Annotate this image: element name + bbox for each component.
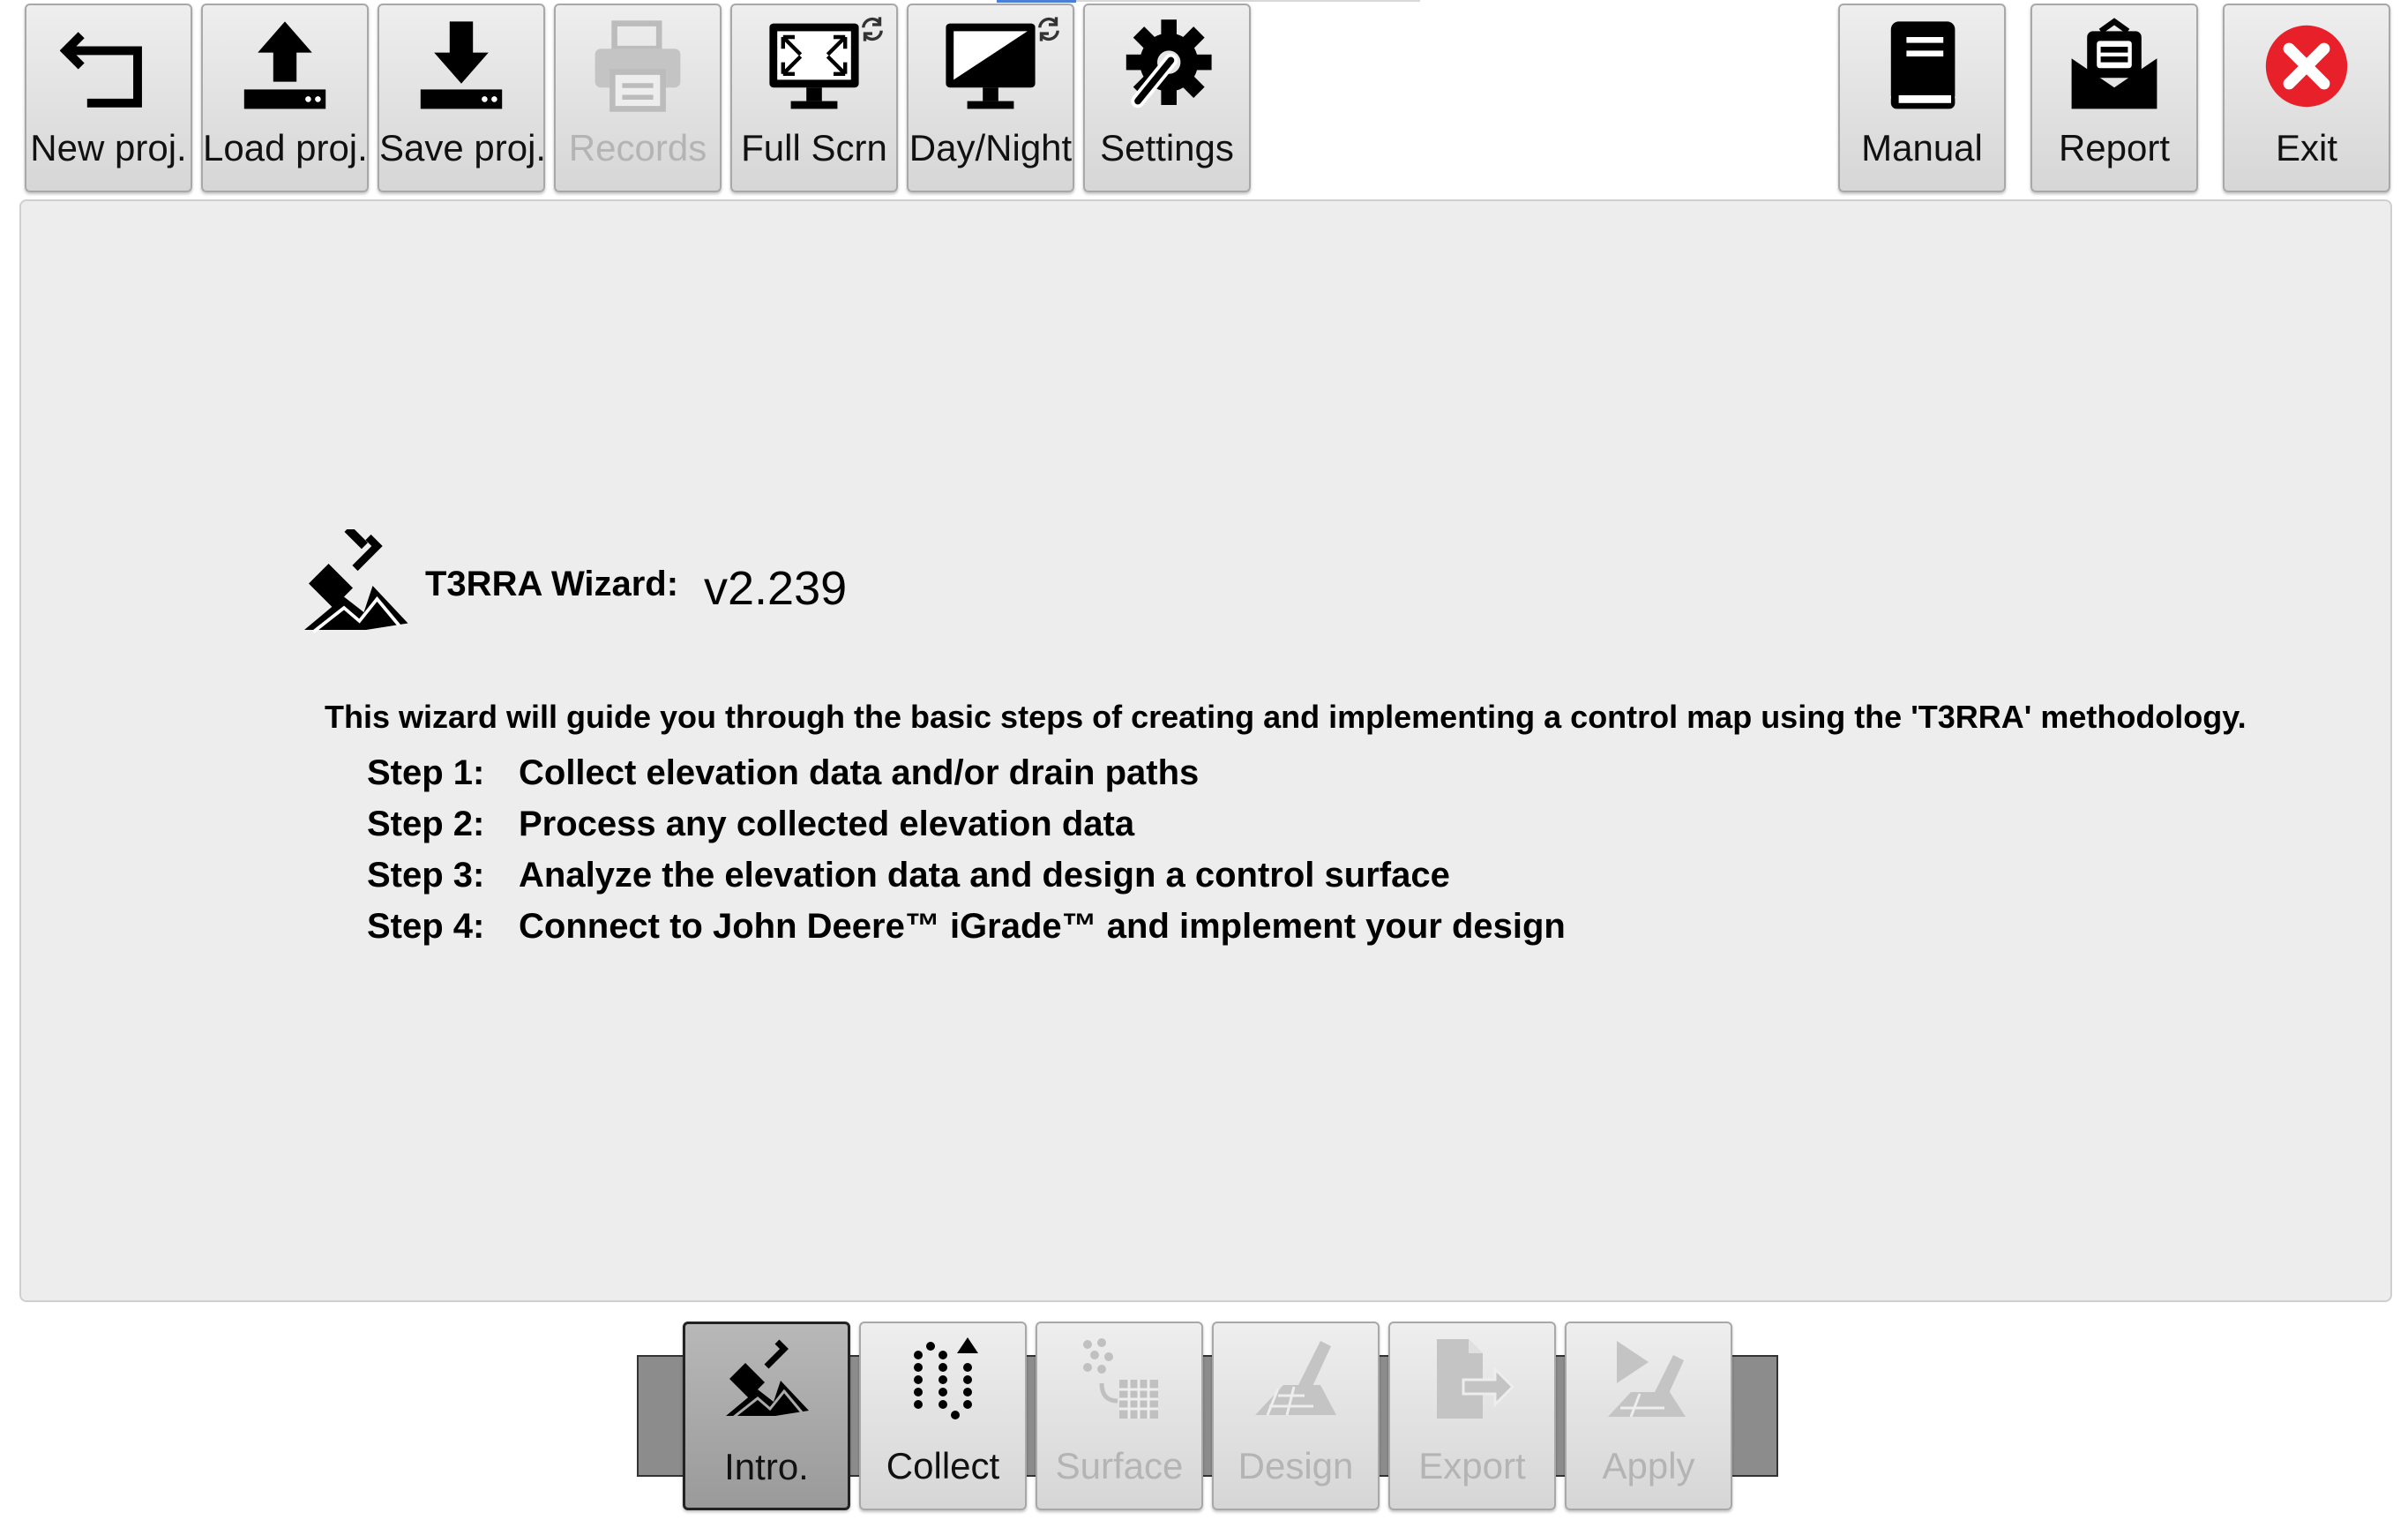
step-text: Process any collected elevation data xyxy=(519,805,1135,843)
day-night-monitor-icon xyxy=(946,23,1036,109)
nav-intro-label: Intro. xyxy=(724,1446,809,1487)
wizard-version: v2.239 xyxy=(704,562,848,615)
settings-label: Settings xyxy=(1100,127,1234,168)
window-divider-line xyxy=(1076,0,1420,2)
design-pen-icon xyxy=(1255,1341,1336,1416)
export-file-icon xyxy=(1437,1339,1515,1419)
wizard-step: Step 3: Analyze the elevation data and de… xyxy=(367,856,1450,895)
nav-apply-button[interactable]: Apply xyxy=(1565,1322,1732,1510)
shovel-terrain-icon xyxy=(304,529,408,633)
nav-design-button[interactable]: Design xyxy=(1212,1322,1380,1510)
load-project-label: Load proj. xyxy=(203,127,368,168)
day-night-label: Day/Night xyxy=(909,127,1073,168)
nav-collect-label: Collect xyxy=(886,1445,1000,1486)
apply-play-icon xyxy=(1608,1341,1686,1418)
full-screen-button[interactable]: Full Scrn xyxy=(730,4,898,192)
download-icon xyxy=(420,21,503,109)
exit-label: Exit xyxy=(2275,127,2337,168)
new-project-label: New proj. xyxy=(30,127,187,168)
fullscreen-monitor-icon xyxy=(769,23,859,109)
wizard-step: Step 4: Connect to John Deere™ iGrade™ an… xyxy=(367,907,1566,947)
records-button[interactable]: Records xyxy=(554,4,722,192)
window-accent-line xyxy=(997,0,1076,3)
nav-collect-button[interactable]: Collect xyxy=(859,1322,1027,1510)
printer-icon xyxy=(595,20,681,112)
save-project-label: Save proj. xyxy=(379,127,547,168)
undo-arrow-icon xyxy=(60,32,142,108)
report-label: Report xyxy=(2058,127,2171,168)
full-screen-label: Full Scrn xyxy=(741,127,887,168)
step-text: Collect elevation data and/or drain path… xyxy=(519,753,1200,792)
report-button[interactable]: Report xyxy=(2030,4,2198,192)
gear-wrench-icon xyxy=(1125,19,1212,109)
report-envelope-icon xyxy=(2071,18,2157,109)
exit-button[interactable]: Exit xyxy=(2223,4,2390,192)
save-project-button[interactable]: Save proj. xyxy=(378,4,547,192)
step-number: Step 2: xyxy=(367,805,485,843)
nav-export-label: Export xyxy=(1418,1445,1526,1486)
shovel-terrain-icon xyxy=(726,1339,809,1419)
records-label: Records xyxy=(568,127,707,168)
nav-surface-button[interactable]: Surface xyxy=(1036,1322,1203,1510)
nav-surface-label: Surface xyxy=(1055,1445,1184,1486)
step-text: Connect to John Deere™ iGrade™ and imple… xyxy=(519,907,1566,946)
nav-export-button[interactable]: Export xyxy=(1388,1322,1556,1510)
upload-icon xyxy=(243,21,326,109)
book-icon xyxy=(1890,21,1956,109)
nav-design-label: Design xyxy=(1238,1445,1354,1486)
step-number: Step 4: xyxy=(367,907,485,946)
wizard-step: Step 1: Collect elevation data and/or dra… xyxy=(367,753,1199,793)
wizard-intro-text: This wizard will guide you through the b… xyxy=(325,699,2247,735)
nav-intro-button[interactable]: Intro. xyxy=(683,1322,850,1510)
settings-button[interactable]: Settings xyxy=(1083,4,1251,192)
step-number: Step 3: xyxy=(367,856,485,895)
manual-label: Manual xyxy=(1861,127,1983,168)
dotted-path-icon xyxy=(914,1337,978,1419)
surface-grid-icon xyxy=(1083,1338,1158,1419)
step-text: Analyze the elevation data and design a … xyxy=(519,856,1450,895)
day-night-button[interactable]: Day/Night xyxy=(907,4,1074,192)
manual-button[interactable]: Manual xyxy=(1838,4,2006,192)
close-circle-icon xyxy=(2265,25,2348,108)
main-panel xyxy=(19,199,2392,1302)
wizard-title: T3RRA Wizard: xyxy=(425,565,679,603)
new-project-button[interactable]: New proj. xyxy=(25,4,192,192)
wizard-step: Step 2: Process any collected elevation d… xyxy=(367,805,1134,844)
load-project-button[interactable]: Load proj. xyxy=(201,4,369,192)
nav-apply-label: Apply xyxy=(1602,1445,1695,1486)
step-number: Step 1: xyxy=(367,753,485,792)
